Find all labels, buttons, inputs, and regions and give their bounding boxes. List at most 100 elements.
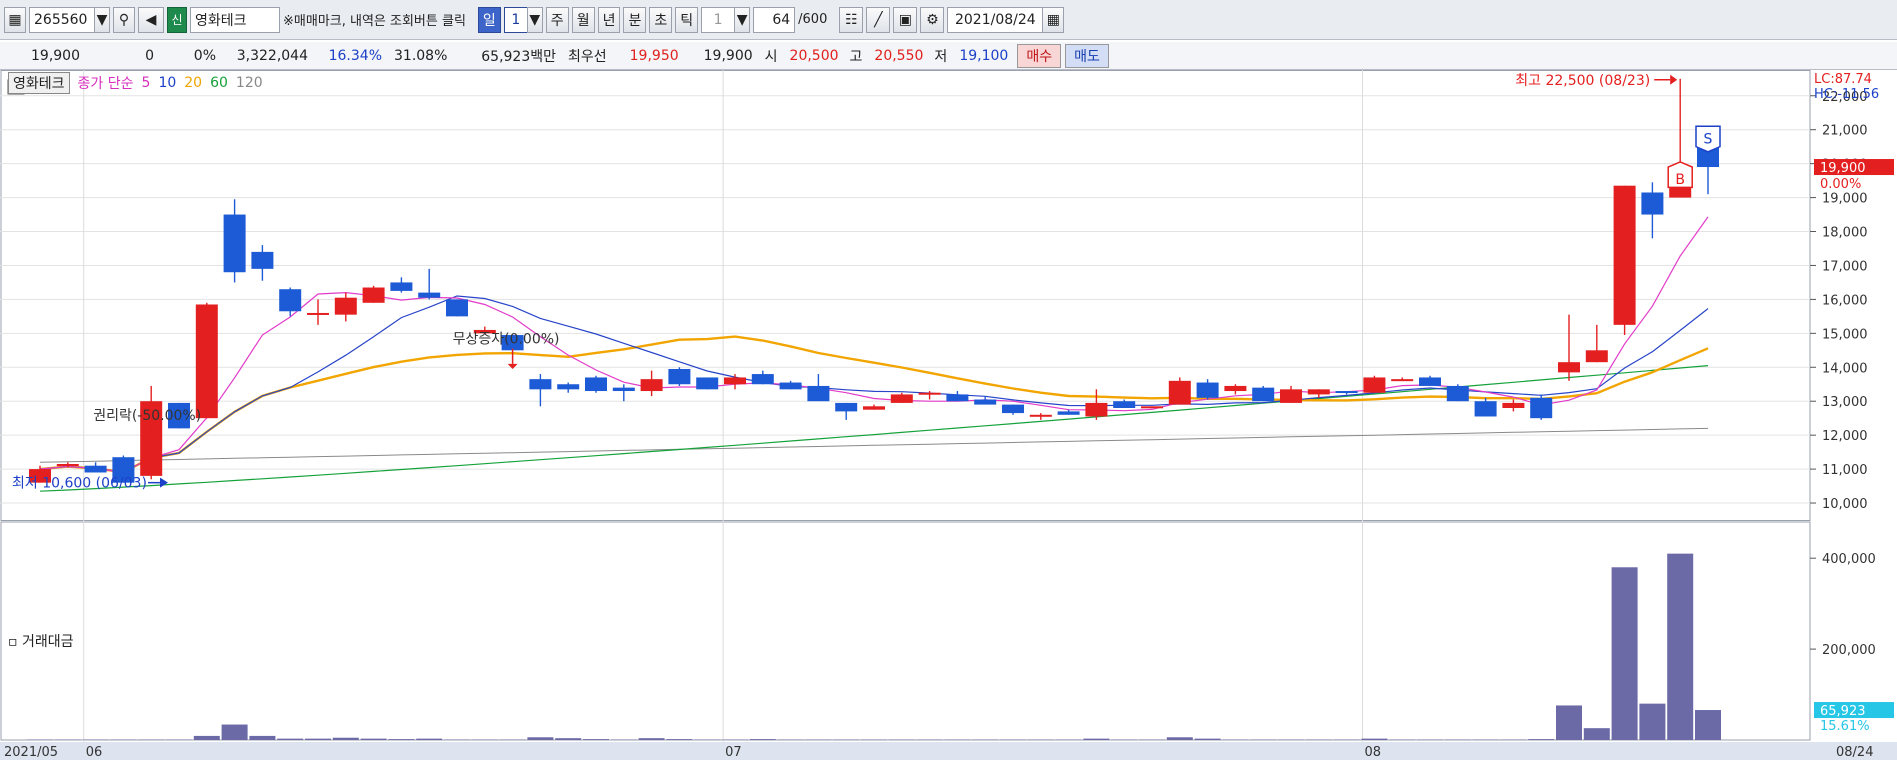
current-price-text: 19,900	[1820, 161, 1866, 176]
period-second-button[interactable]: 초	[649, 6, 673, 33]
candle-body	[1613, 185, 1636, 325]
y-tick-label: 14,000	[1822, 361, 1868, 376]
candle-body	[557, 384, 580, 390]
candle-body	[1057, 411, 1080, 415]
volume-label: ▫ 거래대금	[8, 634, 74, 650]
x-tick-label: 08/24	[1836, 745, 1873, 760]
candle-body	[1363, 377, 1386, 393]
candle-body	[390, 282, 413, 291]
count-field[interactable]: 64	[753, 6, 796, 33]
candle-body	[1002, 404, 1024, 414]
candle-body	[1224, 385, 1247, 392]
period-day-button[interactable]: 일	[477, 6, 501, 33]
legend-ma120: 120	[235, 75, 263, 91]
volume-bar	[583, 739, 609, 740]
period-minute-button[interactable]: 분	[623, 6, 647, 33]
candle-body	[1085, 402, 1108, 417]
volume-bar	[749, 739, 776, 740]
quote-pct2: 31.08%	[394, 47, 448, 64]
period-dropdown-icon[interactable]: ▼	[526, 6, 543, 33]
candle-body	[1391, 379, 1414, 382]
calendar-icon[interactable]: ▦	[1042, 6, 1065, 33]
stock-name-field[interactable]: 영화테크	[190, 6, 280, 33]
candle-body	[1029, 414, 1052, 417]
buy-mark-text: B	[1675, 172, 1685, 188]
candle-body	[918, 392, 941, 395]
candle-body	[84, 465, 107, 473]
volume-bar	[277, 738, 304, 740]
tick-count-field[interactable]: 1	[701, 6, 736, 33]
candle-body	[612, 387, 635, 392]
y-tick-label: 13,000	[1822, 395, 1868, 410]
volume-bar	[1083, 738, 1110, 740]
candle-body	[251, 251, 274, 269]
price-chart[interactable]: 10,000 11,000 12,000 13,000 14,000 15,000 16,0…	[0, 70, 1897, 760]
tick-dropdown-icon[interactable]: ▼	[734, 6, 751, 33]
quote-amount: 65,923백만	[481, 48, 556, 65]
save-icon[interactable]: ▣	[893, 6, 918, 33]
volume-bar	[221, 724, 248, 740]
volume-bar	[1639, 703, 1666, 740]
quote-high: 20,550	[874, 47, 924, 64]
candle-body	[640, 379, 663, 392]
quote-volume: 3,322,044	[236, 47, 308, 64]
volume-bar	[666, 739, 693, 740]
volume-bar	[1166, 737, 1193, 740]
candle-body	[1474, 401, 1497, 417]
candle-body	[1446, 385, 1469, 402]
quote-price: 19,900	[31, 47, 80, 64]
candle-body	[195, 304, 218, 419]
period-year-button[interactable]: 년	[597, 6, 621, 33]
candle-body	[585, 377, 607, 392]
x-axis-strip	[0, 742, 1897, 760]
candle-body	[668, 368, 691, 385]
sell-button[interactable]: 매도	[1065, 43, 1109, 68]
candle-body	[1168, 380, 1191, 405]
shin-badge: 신	[167, 6, 187, 33]
quote-pct1: 16.34%	[328, 47, 382, 64]
volume-bar	[305, 738, 331, 740]
candle-body	[724, 377, 746, 385]
period-day-count[interactable]: 1	[503, 6, 528, 33]
volume-flag-text: 65,923	[1820, 704, 1866, 719]
volume-bar	[638, 738, 665, 740]
date-field[interactable]: 2021/08/24	[947, 6, 1044, 33]
chart-type-icon[interactable]: ▦	[4, 6, 26, 33]
volume-pct-text: 15.61%	[1820, 719, 1870, 734]
candle-settings-icon[interactable]: ☷	[839, 6, 864, 33]
legend-name[interactable]: 영화테크	[8, 72, 70, 94]
candle-body	[946, 394, 969, 402]
quote-open: 20,500	[789, 47, 839, 64]
legend-ma60: 60	[210, 75, 228, 91]
line-tool-icon[interactable]: ╱	[866, 6, 891, 33]
candle-body	[418, 292, 441, 298]
x-tick-label: 2021/05	[4, 745, 58, 760]
quote-best-ask: 19,950	[629, 47, 679, 64]
y-tick-label: 11,000	[1822, 463, 1868, 478]
candle-body	[1196, 382, 1219, 398]
volume-bar	[1556, 705, 1582, 740]
volume-bar	[1361, 738, 1388, 740]
y-tick-label: 19,000	[1822, 192, 1868, 207]
speaker-icon[interactable]: ◀	[138, 6, 164, 33]
y-tick-label: 15,000	[1822, 327, 1868, 342]
quote-open-label: 시	[764, 48, 778, 65]
search-icon[interactable]: ⚲	[113, 6, 135, 33]
volume-bar	[388, 739, 415, 740]
period-month-button[interactable]: 월	[571, 6, 595, 33]
lc-text: LC:87.74	[1814, 72, 1872, 87]
candle-body	[1502, 402, 1525, 408]
period-week-button[interactable]: 주	[545, 6, 569, 33]
hc-text: HC:-11.56	[1814, 87, 1879, 102]
candle-body	[1307, 389, 1330, 395]
volume-bar	[1583, 728, 1610, 740]
buy-button[interactable]: 매수	[1017, 43, 1062, 68]
gear-icon[interactable]: ⚙	[920, 6, 945, 33]
period-tick-button[interactable]: 틱	[675, 6, 699, 33]
candle-body	[1335, 391, 1358, 394]
stock-code-input[interactable]: 265560	[29, 6, 95, 33]
code-dropdown-icon[interactable]: ▼	[94, 6, 110, 33]
candle-body	[56, 464, 79, 466]
y-tick-label: 17,000	[1822, 259, 1868, 274]
candle-body	[1558, 362, 1580, 373]
